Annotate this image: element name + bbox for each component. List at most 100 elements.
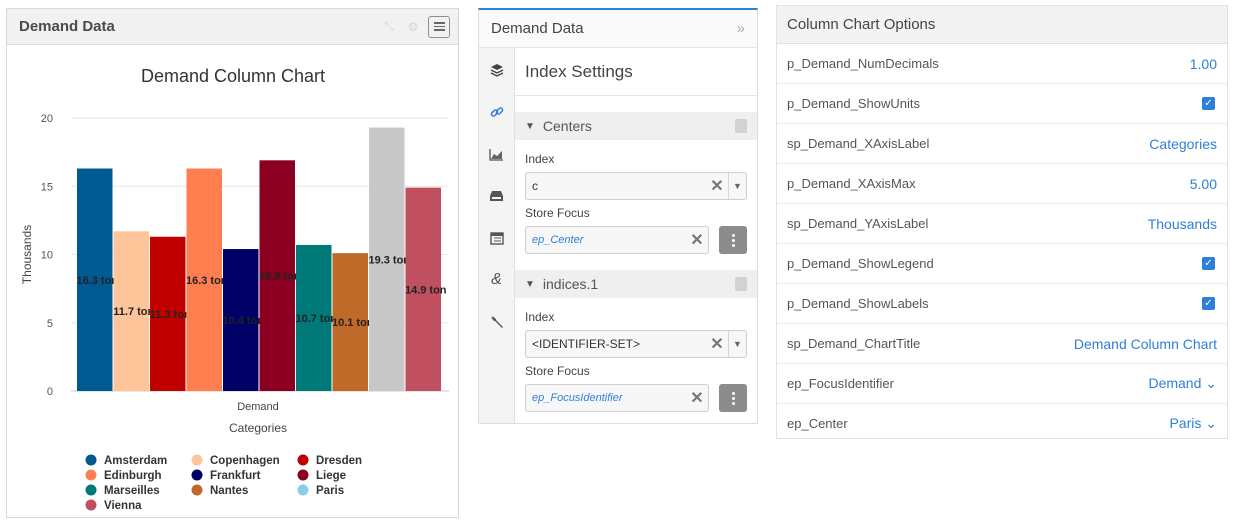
settings-content: Index Settings ▼ Centers Index c ✕ ▼ Sto…: [515, 48, 757, 423]
x-axis-label: Categories: [229, 421, 287, 435]
index-select[interactable]: c ✕ ▼: [525, 172, 747, 200]
option-row: sp_Demand_YAxisLabel Thousands: [777, 204, 1227, 244]
store-focus-value: ep_Center: [532, 234, 584, 246]
store-focus-value: ep_FocusIdentifier: [532, 392, 623, 404]
more-options-button[interactable]: [719, 226, 747, 254]
legend-label: Frankfurt: [210, 470, 261, 482]
data-label: 19.3 ton: [368, 254, 410, 266]
collapse-triangle-icon[interactable]: ▼: [525, 279, 535, 290]
section-label: indices.1: [542, 276, 599, 292]
option-checkbox[interactable]: ✓: [1202, 257, 1215, 270]
section-centers[interactable]: ▼ Centers: [515, 112, 757, 140]
data-label: 10.4 ton: [222, 315, 264, 327]
link-icon[interactable]: [489, 102, 505, 122]
chart-widget-header: Demand Data ⤡ ⚙: [7, 9, 458, 45]
legend-swatch: [85, 454, 97, 466]
option-checkbox[interactable]: ✓: [1202, 297, 1215, 310]
trash-icon[interactable]: [735, 119, 747, 133]
index-select[interactable]: <IDENTIFIER-SET> ✕ ▼: [525, 330, 747, 358]
store-focus-label: Store Focus: [525, 364, 590, 378]
chart-widget-title: Demand Data: [19, 18, 115, 35]
section-label: Centers: [542, 118, 592, 134]
store-focus-field[interactable]: ep_Center ✕: [525, 226, 709, 254]
clear-icon[interactable]: ✕: [686, 388, 708, 408]
caret-down-icon[interactable]: ▼: [728, 331, 746, 357]
settings-icon-rail: &: [479, 48, 515, 423]
legend-swatch: [85, 469, 97, 481]
y-tick-label: 20: [41, 113, 53, 125]
settings-panel-title: Demand Data: [491, 20, 584, 37]
clear-icon[interactable]: ✕: [706, 334, 728, 354]
more-options-button[interactable]: [719, 384, 747, 412]
ampersand-icon[interactable]: &: [489, 270, 505, 290]
option-dropdown[interactable]: Demand ⌄: [1148, 375, 1217, 392]
option-row: p_Demand_XAxisMax 5.00: [777, 164, 1227, 204]
legend-label: Nantes: [210, 485, 248, 497]
option-checkbox[interactable]: ✓: [1202, 97, 1215, 110]
minimize-icon[interactable]: ⤡: [380, 18, 398, 36]
double-chevron-right-icon[interactable]: »: [737, 20, 745, 37]
caret-down-icon[interactable]: ▼: [728, 173, 746, 199]
y-tick-label: 15: [41, 181, 53, 193]
clear-icon[interactable]: ✕: [686, 230, 708, 250]
option-row: p_Demand_ShowUnits ✓: [777, 84, 1227, 124]
index-label: Index: [525, 310, 555, 324]
option-name: sp_Demand_XAxisLabel: [787, 136, 930, 151]
legend-label: Dresden: [316, 455, 362, 467]
option-name: ep_Center: [787, 416, 848, 431]
option-value[interactable]: Demand Column Chart: [1074, 336, 1217, 352]
option-row: sp_Demand_XAxisLabel Categories: [777, 124, 1227, 164]
index-value: <IDENTIFIER-SET>: [532, 337, 641, 351]
layers-icon[interactable]: [489, 60, 505, 80]
column-chart-options-panel: Column Chart Options p_Demand_NumDecimal…: [776, 5, 1228, 439]
option-row: sp_Demand_ChartTitle Demand Column Chart: [777, 324, 1227, 364]
legend-label: Amsterdam: [104, 455, 167, 467]
legend-label: Paris: [316, 485, 344, 497]
index-value: c: [532, 179, 538, 193]
option-name: sp_Demand_ChartTitle: [787, 336, 921, 351]
collapse-triangle-icon[interactable]: ▼: [525, 121, 535, 132]
legend-swatch: [191, 484, 203, 496]
legend-swatch: [85, 499, 97, 511]
option-value[interactable]: Thousands: [1148, 216, 1217, 232]
trash-icon[interactable]: [735, 277, 747, 291]
data-label: 16.3 ton: [186, 275, 228, 287]
clear-icon[interactable]: ✕: [706, 176, 728, 196]
option-name: p_Demand_ShowUnits: [787, 96, 920, 111]
legend-swatch: [191, 454, 203, 466]
option-name: p_Demand_ShowLegend: [787, 256, 934, 271]
hamburger-menu-icon[interactable]: [428, 15, 450, 38]
settings-icon[interactable]: ⚙: [404, 18, 422, 36]
legend-label: Liege: [316, 470, 346, 482]
option-value[interactable]: Categories: [1149, 136, 1217, 152]
legend-swatch: [297, 469, 309, 481]
wrench-icon[interactable]: [489, 312, 505, 332]
option-dropdown[interactable]: Paris ⌄: [1169, 415, 1217, 432]
y-tick-label: 10: [41, 250, 53, 262]
section-indices-1[interactable]: ▼ indices.1: [515, 270, 757, 298]
index-settings-panel: Demand Data » & Index Settings ▼ Centers…: [478, 8, 758, 424]
area-chart-icon[interactable]: [489, 144, 505, 164]
x-category-label: Demand: [237, 401, 279, 413]
table-icon[interactable]: [489, 228, 505, 248]
index-label: Index: [525, 152, 555, 166]
index-settings-heading: Index Settings: [515, 48, 757, 96]
data-label: 11.7 ton: [113, 306, 154, 318]
data-label: 14.9 ton: [405, 284, 447, 296]
tray-icon[interactable]: [489, 186, 505, 206]
option-value[interactable]: 5.00: [1190, 176, 1217, 192]
settings-panel-header: Demand Data »: [479, 10, 757, 48]
option-name: p_Demand_ShowLabels: [787, 296, 929, 311]
chart-widget: Demand Data ⤡ ⚙ Demand Column Chart 0 5 10 1…: [6, 8, 459, 518]
chart-title: Demand Column Chart: [141, 66, 325, 86]
legend-swatch: [297, 454, 309, 466]
option-name: p_Demand_XAxisMax: [787, 176, 916, 191]
legend-swatch: [85, 484, 97, 496]
data-label: 16.9 ton: [259, 271, 301, 283]
legend-label: Edinburgh: [104, 470, 162, 482]
store-focus-field[interactable]: ep_FocusIdentifier ✕: [525, 384, 709, 412]
options-list: p_Demand_NumDecimals 1.00 p_Demand_ShowUni…: [777, 44, 1227, 438]
option-value[interactable]: 1.00: [1190, 56, 1217, 72]
option-row: p_Demand_ShowLegend ✓: [777, 244, 1227, 284]
legend-label: Vienna: [104, 500, 142, 512]
